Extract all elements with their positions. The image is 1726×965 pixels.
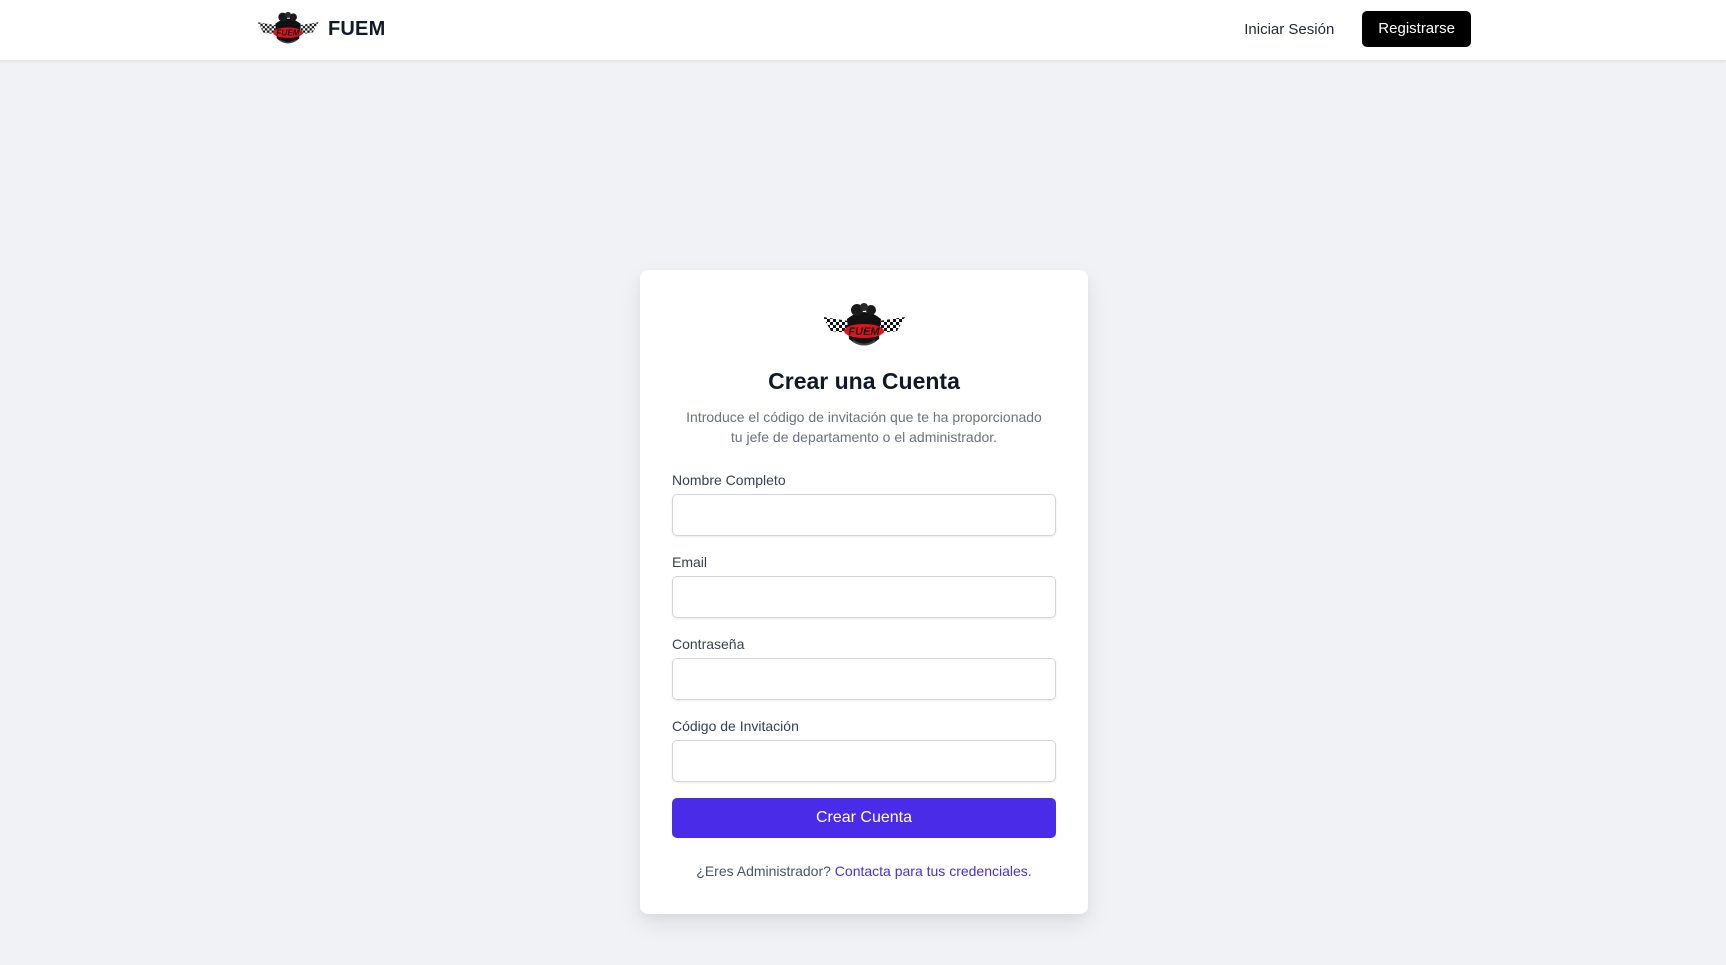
password-label: Contraseña bbox=[672, 636, 745, 652]
top-navbar: FUEM Iniciar Sesión Registrarse bbox=[0, 0, 1726, 61]
header-nav: Iniciar Sesión Registrarse bbox=[1234, 11, 1471, 47]
create-account-button[interactable]: Crear Cuenta bbox=[672, 798, 1056, 838]
full-name-input[interactable] bbox=[672, 494, 1056, 536]
brand-home-link[interactable]: FUEM bbox=[256, 9, 385, 49]
fuem-racing-logo-icon bbox=[821, 301, 907, 351]
signup-card: Crear una Cuenta Introduce el código de … bbox=[640, 270, 1088, 914]
contact-credentials-link[interactable]: Contacta para tus credenciales bbox=[835, 863, 1028, 879]
admin-question: ¿Eres Administrador? bbox=[696, 863, 831, 879]
password-input[interactable] bbox=[672, 658, 1056, 700]
form-subtitle: Introduce el código de invitación que te… bbox=[674, 407, 1054, 447]
invitation-code-input[interactable] bbox=[672, 740, 1056, 782]
fuem-racing-logo-icon bbox=[256, 9, 320, 49]
footer-period: . bbox=[1027, 863, 1032, 879]
subtitle-line-1: Introduce el código de invitación que te… bbox=[686, 409, 1042, 425]
register-button[interactable]: Registrarse bbox=[1362, 11, 1471, 47]
brand-name: FUEM bbox=[328, 17, 386, 40]
admin-contact-note: ¿Eres Administrador? Contacta para tus c… bbox=[640, 863, 1088, 879]
page-title: Crear una Cuenta bbox=[768, 368, 960, 394]
invitation-code-label: Código de Invitación bbox=[672, 718, 799, 734]
email-label: Email bbox=[672, 554, 708, 570]
full-name-label: Nombre Completo bbox=[672, 472, 786, 488]
login-link[interactable]: Iniciar Sesión bbox=[1234, 13, 1344, 46]
subtitle-line-2: tu jefe de departamento o el administrad… bbox=[730, 429, 998, 445]
email-input[interactable] bbox=[672, 576, 1056, 618]
